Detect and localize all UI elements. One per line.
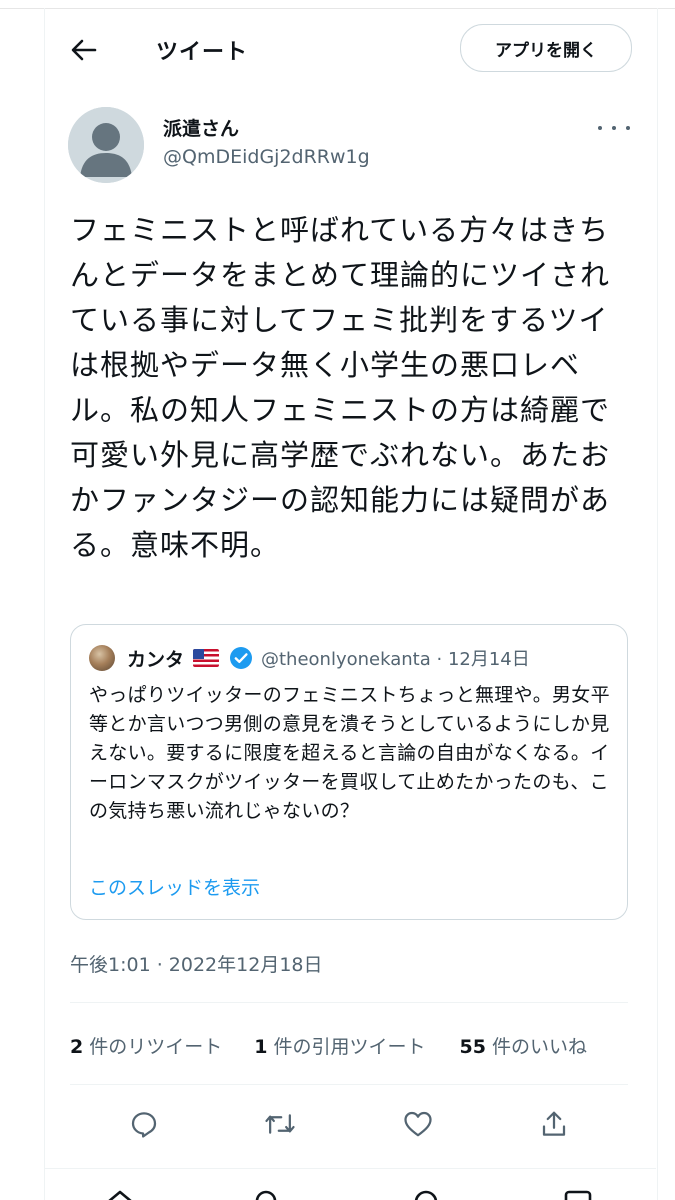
retweet-button[interactable] — [262, 1106, 298, 1142]
open-app-button[interactable]: アプリを開く — [460, 24, 632, 72]
author-avatar[interactable] — [68, 107, 144, 183]
quote-author-avatar — [89, 645, 115, 671]
verified-badge-icon — [230, 647, 252, 669]
back-button[interactable] — [66, 32, 102, 68]
more-horizontal-icon — [598, 126, 602, 130]
reply-icon — [131, 1112, 157, 1138]
quote-text: やっぱりツイッターのフェミニストちょっと無理や。男女平等とか言いつつ男側の意見を… — [89, 684, 610, 822]
divider — [70, 1002, 628, 1003]
us-flag-icon — [193, 649, 219, 667]
heart-icon — [404, 1111, 432, 1137]
explore-icon[interactable] — [252, 1188, 284, 1200]
quotes-count: 1 — [254, 1036, 268, 1058]
divider — [70, 1084, 628, 1085]
header: ツイート アプリを開く — [44, 8, 656, 90]
tweet-stats: 2 件のリツイート 1 件の引用ツイート 55 件のいいね — [70, 1032, 628, 1059]
quote-date: 12月14日 — [447, 649, 530, 670]
reply-button[interactable] — [126, 1106, 162, 1142]
page-title: ツイート — [156, 40, 249, 65]
retweets-label: 件のリツイート — [89, 1036, 223, 1058]
like-button[interactable] — [400, 1106, 436, 1142]
messages-icon[interactable] — [562, 1188, 594, 1200]
divider — [44, 1168, 656, 1169]
show-thread-link[interactable]: このスレッドを表示 — [89, 873, 260, 900]
tweet-actions — [70, 1100, 628, 1148]
share-icon — [542, 1111, 566, 1136]
retweets-stat[interactable]: 2 件のリツイート — [70, 1032, 222, 1059]
home-icon[interactable] — [104, 1188, 136, 1200]
quote-author-name: カンタ — [127, 649, 185, 671]
quoted-tweet[interactable]: カンタ @theonlyonekanta · 12月14日 やっぱりツイッターの… — [70, 624, 628, 920]
tweet-text: フェミニストと呼ばれている方々はきちんとデータをまとめて理論的にツイされている事… — [70, 213, 611, 562]
author-name[interactable]: 派遣さん — [163, 114, 239, 141]
likes-count: 55 — [459, 1036, 486, 1058]
more-options-button[interactable] — [598, 116, 630, 140]
likes-label: 件のいいね — [491, 1036, 587, 1058]
quotes-label: 件の引用ツイート — [273, 1036, 426, 1058]
tweet-column — [44, 8, 658, 1200]
likes-stat[interactable]: 55 件のいいね — [460, 1032, 587, 1059]
retweet-icon — [265, 1114, 295, 1134]
share-button[interactable] — [536, 1106, 572, 1142]
retweets-count: 2 — [70, 1036, 84, 1058]
quote-author-handle: @theonlyonekanta — [261, 649, 431, 670]
tweet-timestamp[interactable]: 午後1:01 · 2022年12月18日 — [70, 950, 323, 977]
meta-separator: · — [436, 649, 443, 670]
arrow-left-icon — [71, 39, 97, 61]
author-handle[interactable]: @QmDEidGj2dRRw1g — [163, 146, 370, 168]
quote-meta: @theonlyonekanta · 12月14日 — [261, 645, 530, 671]
notifications-icon[interactable] — [410, 1188, 442, 1200]
quotes-stat[interactable]: 1 件の引用ツイート — [254, 1032, 425, 1059]
default-avatar-icon — [68, 107, 144, 183]
bottom-navigation — [44, 1188, 656, 1200]
